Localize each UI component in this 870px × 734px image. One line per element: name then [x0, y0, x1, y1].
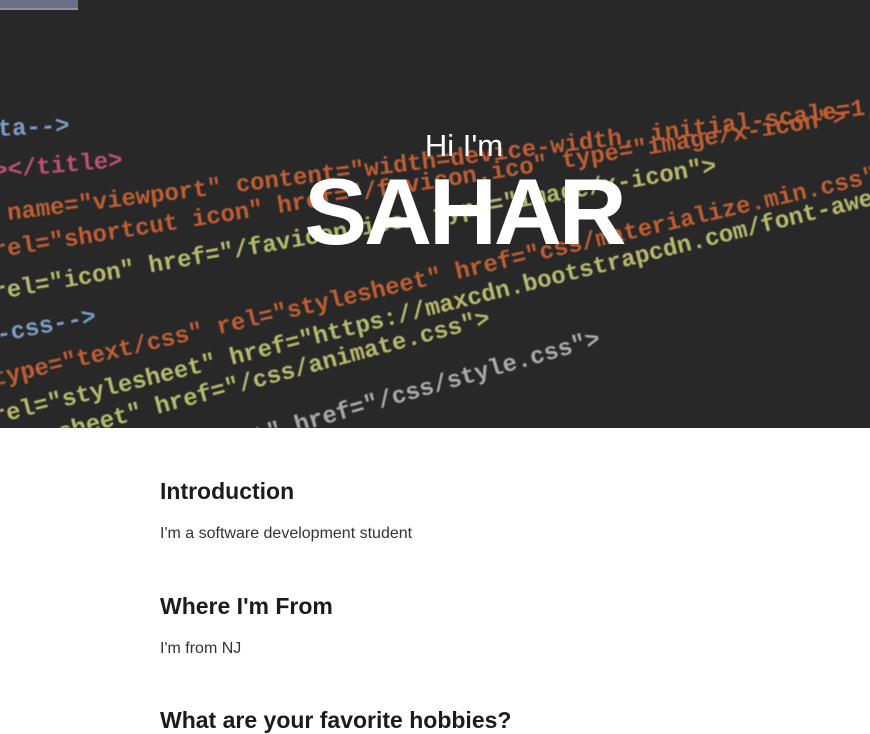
- hero-banner: ta--> ></title> name="viewport" content=…: [0, 0, 870, 428]
- hero-name: SAHAR: [304, 159, 626, 264]
- section-heading-where-from: Where I'm From: [160, 593, 333, 619]
- section-heading-hobbies: What are your favorite hobbies?: [160, 707, 512, 733]
- section-text-where-from: I'm from NJ: [160, 640, 242, 657]
- section-heading-introduction: Introduction: [160, 478, 295, 504]
- hero-text-block: Hi I'm SAHAR: [0, 0, 870, 428]
- section-text-introduction: I'm a software development student: [160, 525, 413, 542]
